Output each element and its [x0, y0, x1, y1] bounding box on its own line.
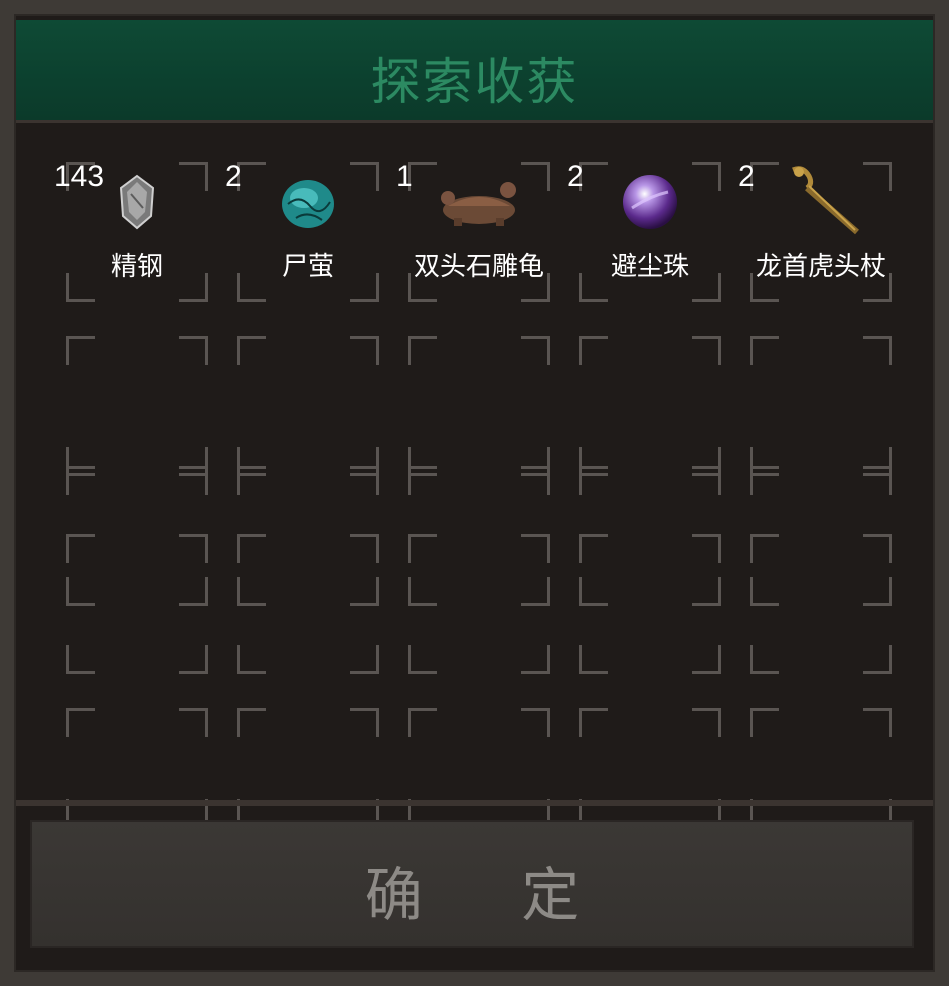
slot-corner	[237, 466, 266, 495]
slot-corner	[579, 645, 608, 674]
slot-corner	[863, 162, 892, 191]
slot-corner	[237, 336, 266, 365]
slot-corner	[863, 336, 892, 365]
slot-corner	[408, 708, 437, 737]
item-slot[interactable]	[750, 336, 892, 476]
item-count: 2	[738, 160, 755, 193]
slot-corner	[408, 336, 437, 365]
slot-corner	[521, 466, 550, 495]
slot-corner	[408, 466, 437, 495]
slot-corner	[521, 708, 550, 737]
slot-corner	[750, 645, 779, 674]
slot-corner	[863, 708, 892, 737]
slot-corner	[579, 336, 608, 365]
slot-corner	[179, 708, 208, 737]
slot-corner	[579, 466, 608, 495]
slot-corner	[521, 645, 550, 674]
slot-corner	[350, 162, 379, 191]
item-slot[interactable]: 1 双头石雕龟	[396, 160, 550, 302]
slot-corner	[750, 534, 779, 563]
slot-corner	[692, 336, 721, 365]
item-slot[interactable]	[237, 708, 379, 828]
title-bar: 探索收获	[16, 20, 933, 123]
item-count: 2	[225, 160, 242, 193]
stone-turtle-icon	[441, 172, 516, 232]
slot-corner	[66, 708, 95, 737]
slot-corner	[66, 645, 95, 674]
slot-corner	[66, 336, 95, 365]
slot-corner	[521, 162, 550, 191]
slot-corner	[750, 466, 779, 495]
item-name: 避尘珠	[610, 252, 689, 282]
slot-corner	[521, 534, 550, 563]
slot-corner	[863, 645, 892, 674]
slot-corner	[863, 466, 892, 495]
slot-corner	[237, 708, 266, 737]
slot-corner	[863, 534, 892, 563]
item-name: 精钢	[110, 252, 163, 282]
item-slot[interactable]	[579, 336, 721, 476]
cyan-egg-icon	[278, 172, 338, 232]
steel-ingot-icon	[107, 172, 167, 232]
item-slot[interactable]: 143 精钢	[54, 160, 208, 302]
slot-corner	[350, 534, 379, 563]
item-slot[interactable]	[579, 534, 721, 674]
item-slot[interactable]	[237, 336, 379, 476]
slot-corner	[750, 336, 779, 365]
item-name: 双头石雕龟	[413, 252, 544, 282]
slot-corner	[692, 466, 721, 495]
item-slot[interactable]	[66, 708, 208, 828]
item-slot[interactable]	[408, 336, 550, 476]
rewards-panel: 探索收获 143 精钢 2 尸萤 1 双头石雕龟 2 避尘珠 2 龙首虎头杖 确 定	[14, 14, 935, 972]
item-slot[interactable]	[66, 534, 208, 674]
dialog-title: 探索收获	[370, 53, 579, 111]
slot-corner	[692, 534, 721, 563]
slot-corner	[350, 708, 379, 737]
purple-orb-icon	[620, 172, 680, 232]
item-grid: 143 精钢 2 尸萤 1 双头石雕龟 2 避尘珠 2 龙首虎头杖	[54, 144, 914, 828]
item-name: 龙首虎头杖	[755, 252, 886, 282]
item-slot[interactable]	[66, 336, 208, 476]
slot-corner	[66, 466, 95, 495]
slot-corner	[350, 466, 379, 495]
slot-corner	[350, 645, 379, 674]
slot-corner	[579, 708, 608, 737]
slot-corner	[179, 336, 208, 365]
confirm-button[interactable]: 确 定	[30, 820, 914, 948]
item-slot[interactable]	[579, 708, 721, 828]
item-slot[interactable]: 2 尸萤	[225, 160, 379, 302]
slot-corner	[408, 645, 437, 674]
item-slot[interactable]	[237, 534, 379, 674]
item-slot[interactable]	[750, 708, 892, 828]
slot-corner	[579, 534, 608, 563]
slot-corner	[237, 645, 266, 674]
item-count: 143	[54, 160, 105, 193]
slot-corner	[408, 534, 437, 563]
slot-corner	[692, 162, 721, 191]
item-slot[interactable]	[750, 534, 892, 674]
slot-corner	[521, 336, 550, 365]
item-name: 尸萤	[281, 252, 334, 282]
slot-corner	[350, 336, 379, 365]
slot-corner	[179, 534, 208, 563]
slot-corner	[179, 162, 208, 191]
slot-corner	[692, 708, 721, 737]
slot-corner	[750, 708, 779, 737]
item-slot[interactable]: 2 龙首虎头杖	[738, 160, 892, 302]
item-count: 1	[396, 160, 413, 193]
dragon-staff-icon	[791, 166, 859, 235]
confirm-button-label: 确 定	[364, 861, 620, 929]
item-slot[interactable]: 2 避尘珠	[567, 160, 721, 302]
item-slot[interactable]	[408, 534, 550, 674]
slot-corner	[692, 645, 721, 674]
footer-divider	[16, 800, 933, 806]
item-slot[interactable]	[408, 708, 550, 828]
item-count: 2	[567, 160, 584, 193]
slot-corner	[66, 534, 95, 563]
slot-corner	[179, 645, 208, 674]
slot-corner	[237, 534, 266, 563]
slot-corner	[179, 466, 208, 495]
dialog-frame: 探索收获 143 精钢 2 尸萤 1 双头石雕龟 2 避尘珠 2 龙首虎头杖 确 定	[0, 0, 949, 986]
